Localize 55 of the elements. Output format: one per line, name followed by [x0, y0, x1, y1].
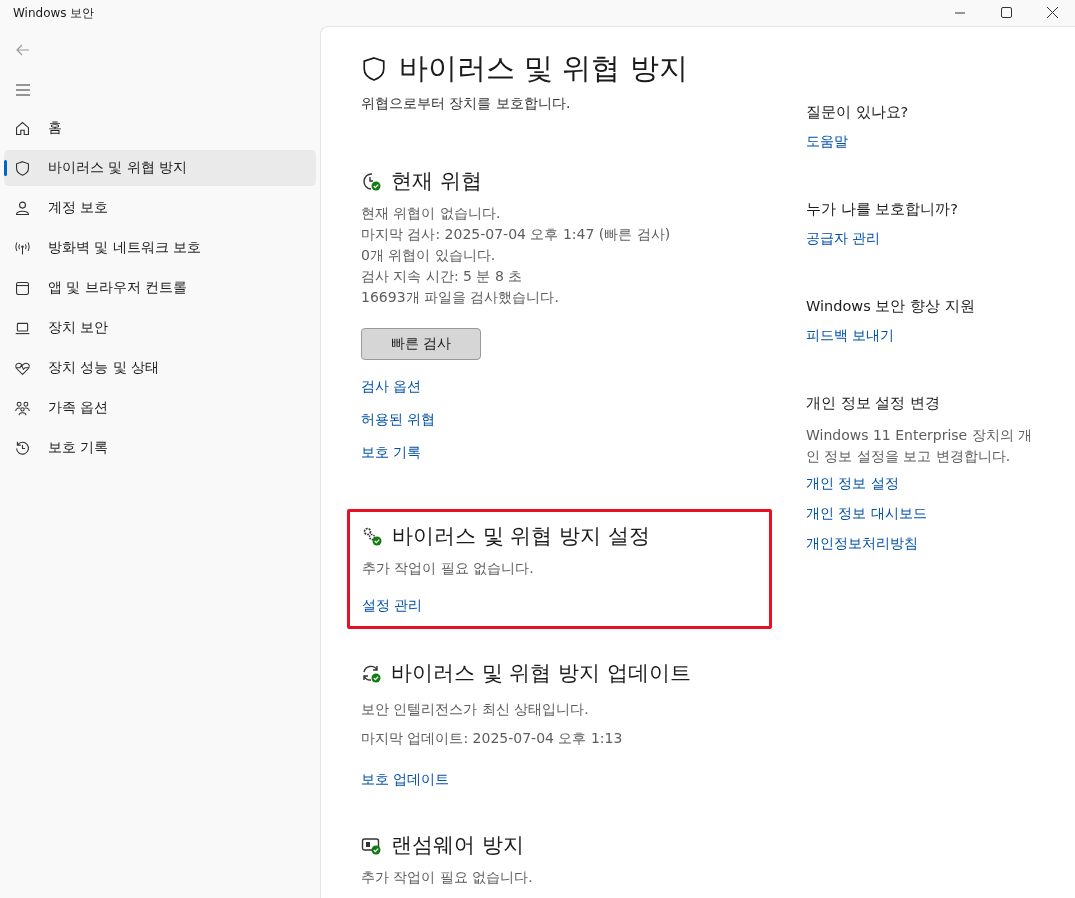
- link[interactable]: 피드백 보내기: [806, 325, 895, 346]
- link[interactable]: 설정 관리: [362, 595, 423, 616]
- status-text: 마지막 검사: 2025-07-04 오후 1:47 (빠른 검사): [361, 225, 672, 244]
- sidebar-item[interactable]: 홈: [4, 110, 316, 146]
- status-text: 마지막 업데이트: 2025-07-04 오후 1:13: [361, 729, 624, 748]
- section-title: 바이러스 및 위협 방지 업데이트: [391, 660, 691, 687]
- browser-icon: [14, 279, 31, 297]
- quick-scan-button[interactable]: 빠른 검사: [361, 328, 481, 360]
- sync-check-icon: [361, 663, 381, 683]
- sidebar-item[interactable]: 계정 보호: [4, 190, 316, 226]
- sidebar-item[interactable]: 보호 기록: [4, 430, 316, 466]
- link[interactable]: 개인 정보 대시보드: [806, 503, 927, 524]
- status-text: 검사 지속 시간: 5 분 8 초: [361, 267, 524, 286]
- link[interactable]: 도움말: [806, 131, 848, 152]
- menu-icon[interactable]: [14, 81, 32, 99]
- status-text: 추가 작업이 필요 없습니다.: [362, 559, 535, 578]
- sidebar-item[interactable]: 방화벽 및 네트워크 보호: [4, 230, 316, 266]
- link[interactable]: 개인 정보 설정: [806, 473, 899, 494]
- sidebar-item[interactable]: 장치 성능 및 상태: [4, 350, 316, 386]
- window-title: Windows 보안: [13, 4, 95, 22]
- aside-heading: Windows 보안 향상 지원: [806, 297, 975, 316]
- status-text: 보안 인텔리전스가 최신 상태입니다.: [361, 700, 590, 719]
- person-icon: [14, 199, 31, 217]
- family-icon: [14, 399, 31, 417]
- clock-check-icon: [361, 171, 381, 191]
- page-subtitle: 위협으로부터 장치를 보호합니다.: [361, 95, 572, 113]
- aside-heading: 개인 정보 설정 변경: [806, 394, 940, 413]
- shield-icon: [361, 56, 387, 82]
- status-text: 16693개 파일을 검사했습니다.: [361, 288, 560, 307]
- history-icon: [14, 439, 31, 457]
- aside-heading: 질문이 있나요?: [806, 103, 909, 122]
- link[interactable]: 공급자 관리: [806, 228, 881, 249]
- sidebar-item[interactable]: 바이러스 및 위협 방지: [4, 150, 316, 186]
- link[interactable]: 허용된 위협: [361, 409, 436, 430]
- sidebar-item[interactable]: 앱 및 브라우저 컨트롤: [4, 270, 316, 306]
- section-title: 랜섬웨어 방지: [391, 832, 524, 859]
- sidebar-item[interactable]: 장치 보안: [4, 310, 316, 346]
- link[interactable]: 보호 기록: [361, 442, 422, 463]
- home-icon: [14, 119, 31, 137]
- shield-icon: [14, 159, 31, 177]
- link[interactable]: 개인정보처리방침: [806, 533, 918, 554]
- link[interactable]: 검사 옵션: [361, 376, 422, 397]
- status-text: 추가 작업이 필요 없습니다.: [361, 868, 534, 887]
- section-title: 현재 위협: [391, 168, 482, 195]
- page-title: 바이러스 및 위협 방지: [399, 50, 688, 87]
- sidebar-item[interactable]: 가족 옵션: [4, 390, 316, 426]
- status-text: 현재 위협이 없습니다.: [361, 204, 502, 223]
- link[interactable]: 보호 업데이트: [361, 769, 450, 790]
- gears-check-icon: [362, 526, 382, 546]
- drive-check-icon: [361, 835, 381, 855]
- status-text: 0개 위협이 있습니다.: [361, 246, 497, 265]
- aside-heading: 누가 나를 보호합니까?: [806, 200, 958, 219]
- antenna-icon: [14, 239, 31, 257]
- section-title: 바이러스 및 위협 방지 설정: [392, 523, 650, 550]
- aside-description: Windows 11 Enterprise 장치의 개인 정보 설정을 보고 변경합니다.: [806, 426, 1034, 466]
